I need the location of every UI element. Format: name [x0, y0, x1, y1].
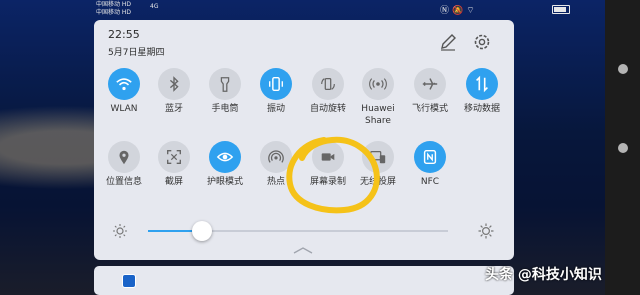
side-dot: [618, 64, 628, 74]
airplane-icon: [422, 78, 438, 90]
side-dot: [618, 143, 628, 153]
brightness-knob[interactable]: [192, 221, 212, 241]
toggle-circle[interactable]: [209, 141, 241, 173]
location-icon: [119, 150, 129, 165]
status-bar: 中国移动 HD 中国移动 HD 4G Ⓝ🔕⌔: [0, 0, 605, 18]
nfc-icon: Ⓝ: [440, 6, 453, 16]
chevron-up-icon[interactable]: [292, 246, 314, 254]
app-icon: [122, 274, 136, 288]
clock: 22:55: [108, 28, 140, 41]
toggle-vibrate[interactable]: 振动: [246, 68, 306, 115]
annotation-circle: [286, 136, 380, 214]
bluetooth-icon: [169, 76, 179, 92]
toggle-mobile-data[interactable]: 移动数据: [452, 68, 512, 115]
toggle-nfc[interactable]: NFC: [400, 141, 460, 188]
carrier-label-1: 中国移动 HD: [96, 1, 132, 8]
rotate-icon: [321, 77, 335, 91]
toggle-circle[interactable]: [466, 68, 498, 100]
toggle-airplane[interactable]: 飞行模式: [400, 68, 460, 115]
toggle-circle[interactable]: [260, 68, 292, 100]
screenshot-icon: [167, 150, 181, 164]
brightness-high-icon: [478, 223, 494, 239]
flashlight-icon: [220, 77, 230, 92]
toggle-circle[interactable]: [108, 141, 140, 173]
toggle-huawei-share[interactable]: Huawei Share: [348, 68, 408, 127]
battery-icon: [552, 5, 570, 14]
wifi-icon: [116, 78, 132, 91]
gear-icon[interactable]: [472, 32, 492, 52]
toggle-circle[interactable]: [312, 68, 344, 100]
brightness-row: [94, 220, 514, 242]
carrier-label-2: 中国移动 HD: [96, 9, 132, 16]
side-panel: [605, 0, 640, 295]
brightness-low-icon: [113, 224, 127, 238]
data-icon: [476, 75, 488, 93]
toggle-circle[interactable]: [108, 68, 140, 100]
toggle-label: Huawei Share: [361, 104, 395, 126]
toggle-label: 飞行模式: [411, 104, 448, 114]
share-icon: [369, 78, 387, 90]
network-type: 4G: [150, 3, 159, 10]
brightness-slider[interactable]: [148, 221, 448, 241]
wifi-icon: ⌔: [466, 6, 478, 16]
date-label: 5月7日星期四: [108, 48, 165, 58]
nfc-icon: [423, 149, 437, 165]
toggle-circle[interactable]: [362, 68, 394, 100]
toggle-circle[interactable]: [209, 68, 241, 100]
toggle-label: 振动: [266, 104, 285, 114]
mute-icon: 🔕: [452, 6, 467, 16]
toggle-label: NFC: [420, 177, 440, 187]
status-icons: Ⓝ🔕⌔: [440, 3, 478, 16]
watermark: 头条 @科技小知识: [485, 267, 602, 283]
notification-card[interactable]: [94, 266, 514, 295]
eye-icon: [216, 152, 234, 162]
pencil-icon[interactable]: [438, 32, 458, 52]
vibrate-icon: [269, 76, 283, 92]
toggle-circle[interactable]: [158, 68, 190, 100]
toggle-label: 移动数据: [463, 104, 500, 114]
toggle-circle[interactable]: [158, 141, 190, 173]
toggle-circle[interactable]: [414, 68, 446, 100]
toggle-circle[interactable]: [414, 141, 446, 173]
